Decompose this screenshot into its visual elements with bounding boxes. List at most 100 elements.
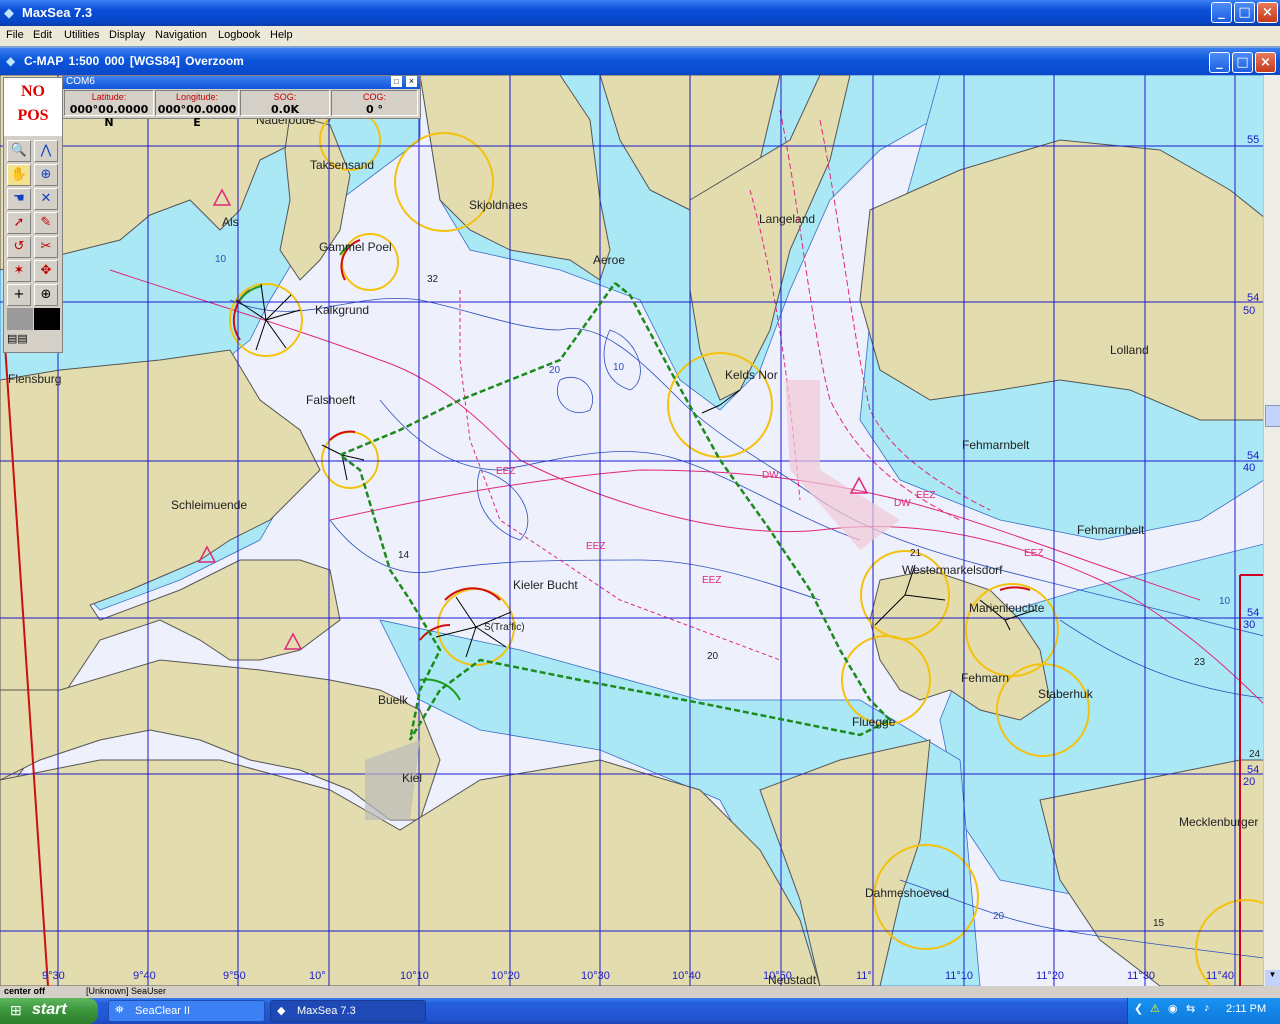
pan-hand-icon[interactable]: ✋ xyxy=(7,164,31,186)
pencil-icon[interactable]: ✎ xyxy=(34,212,58,234)
layers-icon[interactable]: ▤▤ xyxy=(7,332,47,348)
label-mecklenburger: Mecklenburger xyxy=(1179,815,1258,829)
color-swatch-black[interactable] xyxy=(34,308,60,330)
label-eez-1: EEZ xyxy=(496,466,515,477)
menu-display[interactable]: Display xyxy=(109,29,145,41)
menu-file[interactable]: File xyxy=(6,29,24,41)
tool-palette: NO POS 🔍 ⋀ ✋ ⊕ ☚ ✕ ➚ ✎ ↺ ✂ ✶ ✥ + ⊕ ▤▤ xyxy=(3,77,63,353)
color-swatch-gray[interactable] xyxy=(7,308,33,330)
label-lolland: Lolland xyxy=(1110,343,1149,357)
label-fluegge: Fluegge xyxy=(852,715,896,729)
system-tray: ❮ ⚠ ◉ ⇆ ♪ 2:11 PM xyxy=(1127,998,1280,1024)
svg-text:11°40: 11°40 xyxy=(1206,970,1234,982)
windows-logo-icon: ⊞ xyxy=(10,1002,22,1018)
label-schleimuende: Schleimuende xyxy=(171,498,247,512)
menu-help[interactable]: Help xyxy=(270,29,293,41)
menu-edit[interactable]: Edit xyxy=(33,29,52,41)
rotate-icon[interactable]: ↺ xyxy=(7,236,31,258)
svg-text:11°20: 11°20 xyxy=(1036,970,1064,982)
chart-minimize-button[interactable]: _ xyxy=(1209,52,1230,73)
start-button[interactable]: ⊞ start xyxy=(0,998,98,1024)
gps-panel: COM6 □ × Latitude: 000°00.0000 N Longitu… xyxy=(62,75,421,129)
cog-value: 0 ° xyxy=(366,103,383,116)
scissors-icon[interactable]: ✂ xyxy=(34,236,58,258)
svg-text:30: 30 xyxy=(1243,619,1255,631)
maximize-button[interactable]: □ xyxy=(1234,2,1255,23)
start-label: start xyxy=(32,1001,67,1018)
menu-logbook[interactable]: Logbook xyxy=(218,29,260,41)
svg-text:54: 54 xyxy=(1247,607,1259,619)
minimize-button[interactable]: _ xyxy=(1211,2,1232,23)
plus-icon[interactable]: + xyxy=(7,284,31,306)
menu-utilities[interactable]: Utilities xyxy=(64,29,99,41)
label-eez-3: EEZ xyxy=(702,575,721,586)
nautical-chart[interactable]: Naderodde Taksensand Als Skjoldnaes Gamm… xyxy=(0,75,1280,986)
seaclear-icon: ⛯ xyxy=(115,1004,124,1016)
menu-navigation[interactable]: Navigation xyxy=(155,29,207,41)
svg-text:11°: 11° xyxy=(856,970,872,982)
tray-volume-icon[interactable]: ♪ xyxy=(1204,1002,1210,1014)
svg-text:50: 50 xyxy=(1243,305,1255,317)
grab-hand-icon[interactable]: ☚ xyxy=(7,188,31,210)
label-kelds-nor: Kelds Nor xyxy=(725,368,778,382)
svg-text:10°20: 10°20 xyxy=(491,970,520,982)
chart-maximize-button[interactable]: □ xyxy=(1232,52,1253,73)
move-icon[interactable]: ✥ xyxy=(34,260,58,282)
gps-port-label: COM6 xyxy=(66,76,95,87)
svg-text:10°10: 10°10 xyxy=(400,970,429,982)
chart-vertical-scrollbar[interactable]: ▼ xyxy=(1263,75,1280,986)
maxsea-icon: ◆ xyxy=(277,1005,286,1017)
crosshair-icon[interactable]: ⊕ xyxy=(34,164,58,186)
task-seaclear-label: SeaClear II xyxy=(135,1005,191,1017)
contour-20-1: 20 xyxy=(549,365,561,376)
target-icon[interactable]: ⊕ xyxy=(34,284,58,306)
svg-text:11°10: 11°10 xyxy=(945,970,973,982)
zoom-tool-icon[interactable]: 🔍 xyxy=(7,140,31,162)
divider-tool-icon[interactable]: ⋀ xyxy=(34,140,58,162)
chart-window-icon: ◆ xyxy=(6,54,16,68)
task-maxsea[interactable]: ◆ MaxSea 7.3 xyxy=(270,1000,426,1022)
label-als: Als xyxy=(222,215,239,229)
tray-connection-icon[interactable]: ⇆ xyxy=(1186,1002,1195,1015)
tray-expand-icon[interactable]: ❮ xyxy=(1134,1002,1143,1015)
intersect-icon[interactable]: ✕ xyxy=(34,188,58,210)
latitude-value: 000°00.0000 N xyxy=(69,103,149,129)
label-eez-4: EEZ xyxy=(916,490,935,501)
label-dw-1: DW xyxy=(762,470,779,481)
delete-mark-icon[interactable]: ✶ xyxy=(7,260,31,282)
label-staberhuk: Staberhuk xyxy=(1038,687,1094,701)
status-bar: center off [Unknown] SeaUser xyxy=(0,986,1280,998)
label-gammel-poel: Gammel Poel xyxy=(319,240,392,254)
scrollbar-thumb[interactable] xyxy=(1265,405,1280,427)
gps-close-button[interactable]: × xyxy=(406,76,417,87)
status-center-off[interactable]: center off xyxy=(4,986,45,996)
label-dw-2: DW xyxy=(894,498,911,509)
depth-32: 32 xyxy=(427,274,439,285)
close-button[interactable]: × xyxy=(1257,2,1278,23)
label-kalkgrund: Kalkgrund xyxy=(315,303,369,317)
chart-map-svg[interactable]: Naderodde Taksensand Als Skjoldnaes Gamm… xyxy=(0,75,1280,986)
no-pos-indicator: NO POS xyxy=(4,78,62,136)
gps-restore-button[interactable]: □ xyxy=(391,76,402,87)
chart-close-button[interactable]: × xyxy=(1255,52,1276,73)
label-eez-5: EEZ xyxy=(1024,548,1043,559)
pointer-arrow-icon[interactable]: ➚ xyxy=(7,212,31,234)
task-maxsea-label: MaxSea 7.3 xyxy=(297,1005,356,1017)
depth-24: 24 xyxy=(1249,749,1261,760)
svg-text:54: 54 xyxy=(1247,450,1259,462)
label-dahmeshoeved: Dahmeshoeved xyxy=(865,886,949,900)
depth-21: 21 xyxy=(910,548,922,559)
contour-10-1: 10 xyxy=(215,254,227,265)
svg-text:54: 54 xyxy=(1247,292,1259,304)
sog-cell: SOG: 0.0K xyxy=(240,90,330,116)
tray-warning-icon[interactable]: ⚠ xyxy=(1150,1002,1160,1015)
label-eez-2: EEZ xyxy=(586,541,605,552)
svg-text:10°: 10° xyxy=(309,970,326,982)
label-taksensand: Taksensand xyxy=(310,158,374,172)
longitude-value: 000°00.0000 E xyxy=(157,103,237,129)
scroll-down-arrow-icon[interactable]: ▼ xyxy=(1265,970,1280,986)
task-seaclear[interactable]: ⛯ SeaClear II xyxy=(108,1000,265,1022)
label-westermarkelsdorf: Westermarkelsdorf xyxy=(902,563,1003,577)
tray-network-icon[interactable]: ◉ xyxy=(1168,1002,1178,1015)
cog-cell: COG: 0 ° xyxy=(331,90,418,116)
